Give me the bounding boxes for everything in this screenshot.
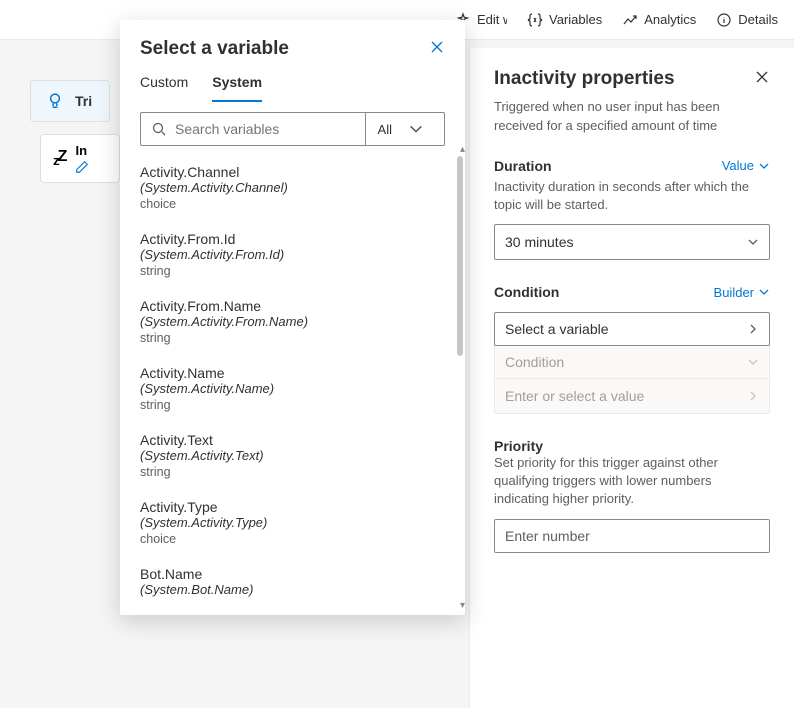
variable-type: choice <box>140 532 445 546</box>
condition-variable-label: Select a variable <box>505 321 609 337</box>
chevron-down-icon <box>758 160 770 172</box>
variable-item[interactable]: Activity.Name (System.Activity.Name) str… <box>140 357 445 424</box>
trigger-lightbulb-icon <box>45 91 65 111</box>
panel-title: Inactivity properties <box>494 68 675 90</box>
condition-toggle[interactable]: Builder <box>714 285 770 300</box>
chevron-down-icon <box>747 356 759 368</box>
variable-path: (System.Activity.From.Id) <box>140 247 445 262</box>
duration-value: 30 minutes <box>505 234 573 250</box>
pencil-icon <box>75 160 89 174</box>
filter-dropdown[interactable]: All <box>366 113 444 145</box>
duration-description: Inactivity duration in seconds after whi… <box>494 178 770 214</box>
topbar-analytics-label: Analytics <box>644 12 696 27</box>
popover-title: Select a variable <box>140 38 289 60</box>
sleep-icon: zZ <box>53 148 65 168</box>
duration-toggle-label: Value <box>722 158 754 173</box>
popover-close-button[interactable] <box>429 39 445 60</box>
variable-name: Activity.Name <box>140 365 445 381</box>
variable-type: choice <box>140 197 445 211</box>
variable-path: (System.Activity.Channel) <box>140 180 445 195</box>
condition-variable-select[interactable]: Select a variable <box>494 312 770 346</box>
condition-label: Condition <box>494 284 559 300</box>
variable-name: Activity.From.Name <box>140 298 445 314</box>
variable-name: Bot.Name <box>140 566 445 582</box>
topbar-edit-copilot-label: Edit with Copilot <box>477 12 507 27</box>
condition-operator-select[interactable]: Condition <box>495 345 769 379</box>
condition-builder: Select a variable Condition Enter or sel… <box>494 312 770 414</box>
topbar-details-label: Details <box>738 12 778 27</box>
variable-picker-popover: Select a variable Custom System All ▴ Ac… <box>120 20 465 615</box>
variable-name: Activity.Channel <box>140 164 445 180</box>
variable-list: ▴ Activity.Channel (System.Activity.Chan… <box>120 146 465 615</box>
topbar-variables[interactable]: Variables <box>527 12 602 28</box>
priority-description: Set priority for this trigger against ot… <box>494 454 770 509</box>
variable-item[interactable]: Bot.Name (System.Bot.Name) <box>140 558 445 597</box>
info-icon <box>716 12 732 28</box>
condition-value-select[interactable]: Enter or select a value <box>495 379 769 413</box>
variable-path: (System.Bot.Name) <box>140 582 445 597</box>
variable-name: Activity.From.Id <box>140 231 445 247</box>
variable-item[interactable]: Activity.Type (System.Activity.Type) cho… <box>140 491 445 558</box>
close-icon <box>429 39 445 55</box>
properties-panel: Inactivity properties Triggered when no … <box>469 48 794 708</box>
inactivity-node[interactable]: zZ In <box>40 134 120 183</box>
panel-description: Triggered when no user input has been re… <box>494 98 770 136</box>
variable-path: (System.Activity.From.Name) <box>140 314 445 329</box>
panel-close-button[interactable] <box>754 69 770 90</box>
scroll-up-icon[interactable]: ▴ <box>460 146 465 155</box>
condition-operator-label: Condition <box>505 354 564 370</box>
trigger-node[interactable]: Tri <box>30 80 110 122</box>
variable-name: Activity.Type <box>140 499 445 515</box>
condition-value-label: Enter or select a value <box>505 388 644 404</box>
variable-type: string <box>140 264 445 278</box>
filter-label: All <box>378 122 392 137</box>
duration-select[interactable]: 30 minutes <box>494 224 770 260</box>
trigger-node-label: Tri <box>75 93 92 109</box>
popover-tabs: Custom System <box>120 74 465 102</box>
variable-path: (System.Activity.Type) <box>140 515 445 530</box>
topbar-details[interactable]: Details <box>716 12 778 28</box>
inactivity-node-label: In <box>75 143 89 158</box>
variable-item[interactable]: Activity.From.Name (System.Activity.From… <box>140 290 445 357</box>
variable-item[interactable]: Activity.From.Id (System.Activity.From.I… <box>140 223 445 290</box>
tab-custom[interactable]: Custom <box>140 74 188 102</box>
variable-item[interactable]: Activity.Text (System.Activity.Text) str… <box>140 424 445 491</box>
chevron-right-icon <box>747 323 759 335</box>
topbar-analytics[interactable]: Analytics <box>622 12 696 28</box>
chevron-down-icon <box>747 236 759 248</box>
topbar-variables-label: Variables <box>549 12 602 27</box>
analytics-icon <box>622 12 638 28</box>
variable-item[interactable]: Activity.Channel (System.Activity.Channe… <box>140 156 445 223</box>
scrollbar[interactable] <box>457 156 463 356</box>
search-row: All <box>140 112 445 146</box>
priority-label: Priority <box>494 438 770 454</box>
search-icon <box>151 121 167 137</box>
variable-type: string <box>140 398 445 412</box>
duration-label: Duration <box>494 158 552 174</box>
chevron-down-icon <box>408 121 424 137</box>
close-icon <box>754 69 770 85</box>
chevron-down-icon <box>758 286 770 298</box>
scroll-down-icon[interactable]: ▾ <box>460 600 465 611</box>
variable-path: (System.Activity.Name) <box>140 381 445 396</box>
chevron-right-icon <box>747 390 759 402</box>
search-input[interactable] <box>175 121 365 137</box>
tab-system[interactable]: System <box>212 74 262 102</box>
variable-path: (System.Activity.Text) <box>140 448 445 463</box>
priority-input[interactable] <box>494 519 770 553</box>
variable-type: string <box>140 465 445 479</box>
condition-toggle-label: Builder <box>714 285 754 300</box>
braces-icon <box>527 12 543 28</box>
variable-name: Activity.Text <box>140 432 445 448</box>
variable-type: string <box>140 331 445 345</box>
duration-toggle[interactable]: Value <box>722 158 770 173</box>
